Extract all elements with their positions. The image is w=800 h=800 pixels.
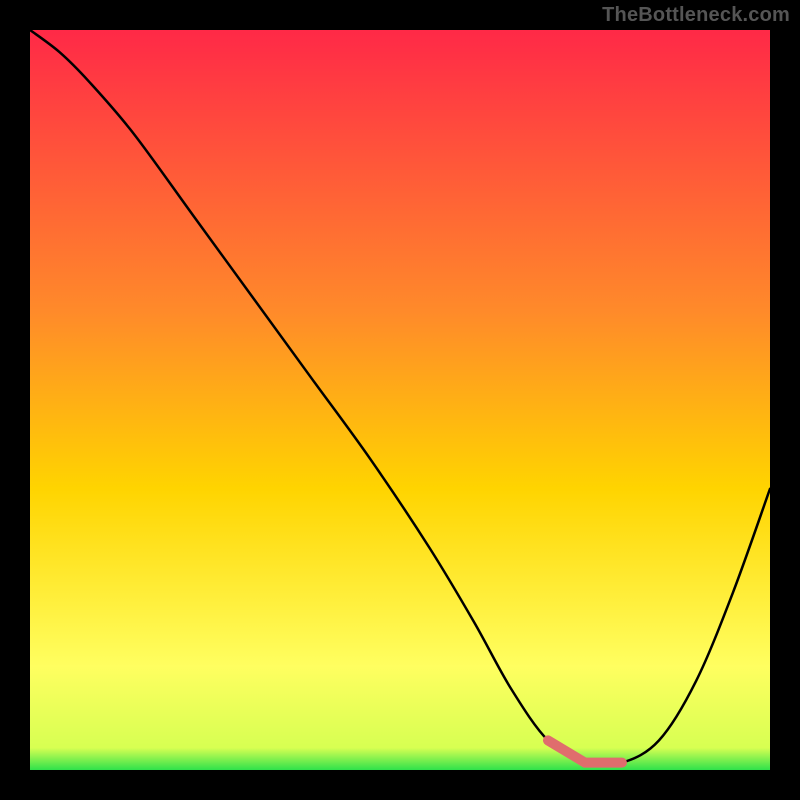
bottleneck-chart	[30, 30, 770, 770]
gradient-background	[30, 30, 770, 770]
watermark-text: TheBottleneck.com	[602, 4, 790, 27]
chart-frame: TheBottleneck.com	[0, 0, 800, 800]
plot-area	[30, 30, 770, 770]
